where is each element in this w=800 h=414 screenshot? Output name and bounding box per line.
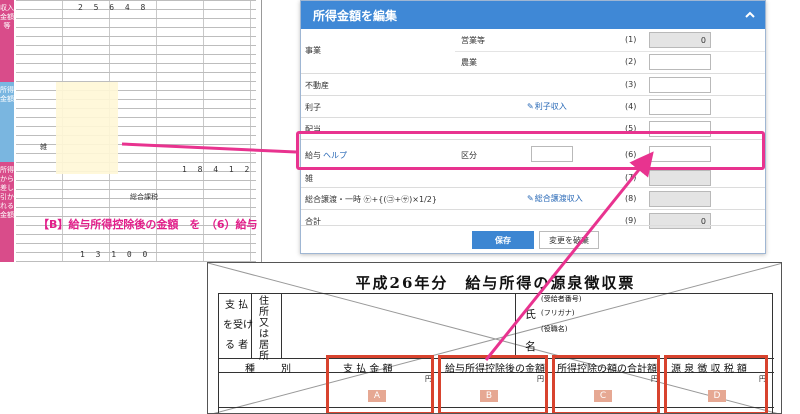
row-num-3: (3) — [625, 80, 637, 89]
row-num-9: (9) — [625, 216, 637, 225]
grid-line — [515, 294, 516, 358]
divider — [455, 51, 765, 52]
payer-label-2: を受け — [223, 320, 253, 331]
amount-field-sales: 0 — [649, 32, 711, 48]
row-real-estate: 不動産 (3) — [301, 73, 765, 95]
field-recipient-number: (受給者番号) — [541, 295, 582, 303]
transfer-instruction-note: 【B】給与所得控除後の金額 を （6）給与 に転記 — [38, 218, 261, 231]
row-label-real-estate: 不動産 — [305, 81, 329, 90]
row-num-4: (4) — [625, 102, 637, 111]
pencil-icon: ✎ — [527, 102, 534, 111]
row-combined-transfer: 総合譲渡・一時 ㋘+{(㋙+㋚)×1/2} ✎総合譲渡収入 (8) — [301, 187, 765, 209]
salary-row-highlight — [296, 131, 765, 170]
row-num-7: (7) — [625, 173, 637, 182]
chevron-up-icon[interactable] — [743, 8, 757, 22]
box-c — [552, 355, 660, 413]
tax-return-form: 収入金額等 所得金額 所得から差し引かれる金額 2 5 6 4 8 1 8 4 … — [0, 0, 262, 262]
row-label-combined: 総合譲渡・一時 ㋘+{(㋙+㋚)×1/2} — [305, 195, 437, 204]
row-misc: 雑 (7) — [301, 167, 765, 187]
form-highlight-area — [56, 82, 118, 174]
form-section-income: 収入金額等 — [0, 0, 14, 82]
sub-label-sales: 営業等 — [461, 36, 485, 45]
panel-body: 事業 営業等 (1) 0 農業 (2) 不動産 (3) 利子 ✎利子収入 (4)… — [301, 29, 765, 229]
grid-line — [281, 294, 282, 358]
address-label: 住所又は居所 — [259, 296, 269, 362]
box-a — [326, 355, 434, 413]
amount-field-real-estate[interactable] — [649, 77, 711, 93]
field-position: (役職名) — [541, 325, 568, 333]
sub-label-agriculture: 農業 — [461, 58, 477, 67]
combined-transfer-income-link[interactable]: ✎総合譲渡収入 — [527, 193, 583, 204]
form-section-deductions: 所得から差し引かれる金額 — [0, 162, 14, 262]
row-num-2: (2) — [625, 57, 637, 66]
recipient-label-1: 氏 — [525, 308, 536, 321]
discard-changes-button[interactable]: 変更を破棄 — [539, 231, 599, 249]
panel-header: 所得金額を編集 — [301, 1, 765, 29]
field-furigana: (フリガナ) — [541, 309, 575, 317]
interest-income-link[interactable]: ✎利子収入 — [527, 101, 567, 112]
amount-field-agriculture[interactable] — [649, 54, 711, 70]
form-digits-mid: 1 8 4 1 2 — [182, 165, 253, 174]
recipient-label-2: 名 — [525, 340, 536, 353]
form-label-combined: 総合課税 — [130, 193, 158, 201]
form-digits-top: 2 5 6 4 8 — [78, 3, 149, 12]
payer-label-3: る 者 — [225, 340, 249, 351]
panel-title: 所得金額を編集 — [313, 8, 398, 23]
amount-field-combined — [649, 191, 711, 207]
row-num-8: (8) — [625, 194, 637, 203]
amount-field-interest[interactable] — [649, 99, 711, 115]
pencil-icon: ✎ — [527, 194, 534, 203]
payer-label-1: 支 払 — [225, 300, 249, 311]
row-interest: 利子 ✎利子収入 (4) — [301, 95, 765, 117]
box-d — [664, 355, 768, 413]
save-button[interactable]: 保存 — [472, 231, 534, 249]
edit-income-panel: 所得金額を編集 事業 営業等 (1) 0 農業 (2) 不動産 (3) 利子 ✎… — [300, 0, 766, 254]
withholding-tax-slip: 平成26年分 給与所得の源泉徴収票 支 払 を受け る 者 住所又は居所 氏 名… — [207, 262, 782, 414]
row-num-1: (1) — [625, 35, 637, 44]
slip-title: 平成26年分 給与所得の源泉徴収票 — [355, 274, 636, 292]
form-section-income-amount: 所得金額 — [0, 82, 14, 162]
form-sidebar: 収入金額等 所得金額 所得から差し引かれる金額 — [0, 0, 14, 262]
form-digits-bottom: 1 3 1 0 0 — [80, 250, 151, 259]
row-business: 事業 営業等 (1) 0 農業 (2) — [301, 29, 765, 73]
row-label-misc: 雑 — [305, 174, 313, 183]
type-label: 種 別 — [245, 364, 293, 375]
form-label-misc: 雑 — [40, 143, 47, 151]
row-label-business: 事業 — [305, 46, 321, 55]
panel-footer: 保存 変更を破棄 — [301, 225, 765, 253]
amount-field-misc — [649, 170, 711, 186]
box-b — [438, 355, 548, 413]
row-label-interest: 利子 — [305, 103, 321, 112]
